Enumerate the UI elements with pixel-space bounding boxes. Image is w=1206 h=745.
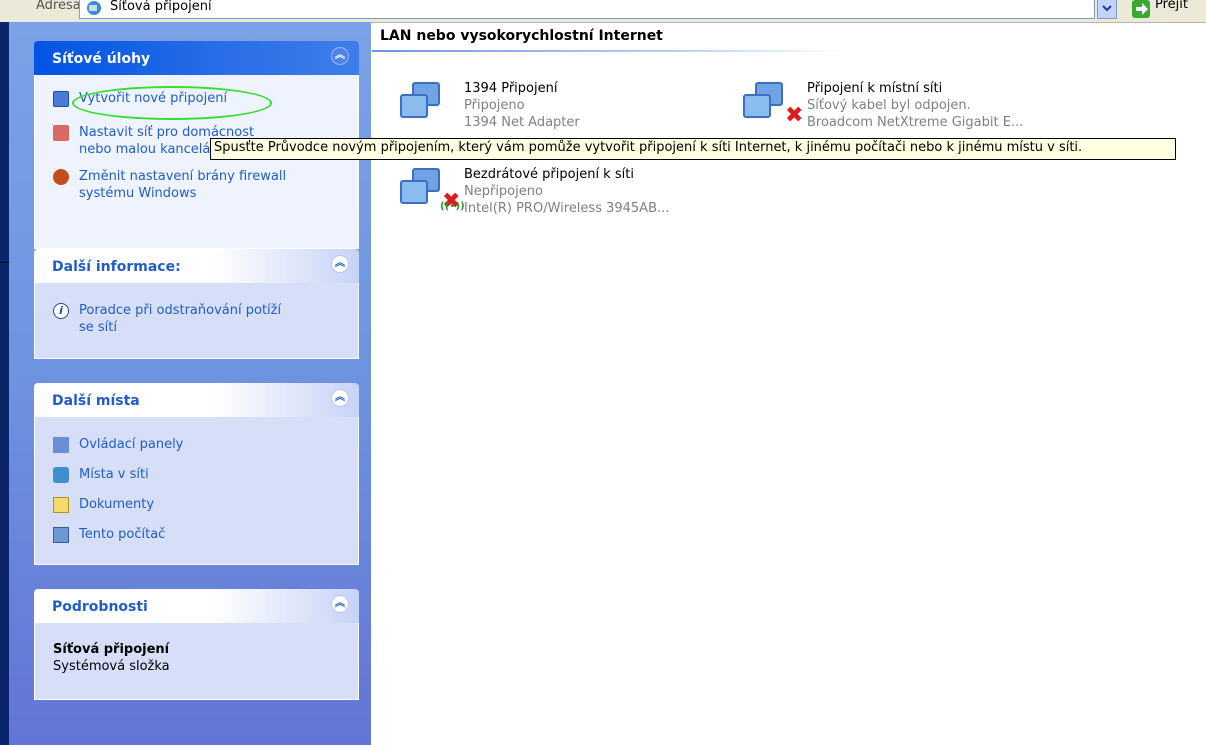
info-icon: i [53, 303, 69, 319]
connection-status: Připojeno [464, 98, 525, 113]
disconnected-x-icon: ✖ [785, 103, 804, 128]
connection-status: Síťový kabel byl odpojen. [807, 98, 971, 113]
more-info-header[interactable]: Další informace: ︽ [34, 249, 359, 283]
go-arrow-icon [1132, 0, 1150, 18]
place-label: Místa v síti [79, 467, 149, 482]
go-label: Přejít [1155, 0, 1188, 12]
panel-title: Podrobnosti [52, 599, 148, 615]
collapse-icon[interactable]: ︽ [331, 47, 349, 65]
connection-name: Bezdrátové připojení k síti [464, 167, 634, 182]
task-label-line1: Změnit nastavení brány firewall [79, 169, 287, 184]
network-connections-icon [87, 1, 101, 15]
wireless-signal-icon: ((•)) [440, 201, 465, 212]
task-label-line2: systému Windows [79, 186, 197, 201]
highlight-circle [72, 86, 272, 120]
connection-adapter: 1394 Net Adapter [464, 115, 580, 130]
details-name: Síťová připojení [53, 642, 170, 657]
address-input[interactable]: Síťová připojení [79, 0, 1095, 19]
collapse-icon[interactable]: ︽ [331, 595, 349, 613]
group-title: LAN nebo vysokorychlostní Internet [380, 28, 663, 44]
other-places-panel: Další místa ︽ Ovládací panely Místa v sí… [34, 383, 359, 565]
panel-title: Síťové úlohy [52, 51, 151, 67]
connection-name: Připojení k místní síti [807, 81, 943, 96]
place-label: Dokumenty [79, 497, 155, 512]
panel-title: Další místa [52, 393, 140, 409]
address-value: Síťová připojení [110, 0, 212, 14]
more-info-body: i Poradce při odstraňování potíží se sít… [34, 283, 359, 359]
details-type: Systémová složka [53, 659, 170, 674]
control-panel-icon [53, 437, 69, 453]
place-label: Ovládací panely [79, 437, 184, 452]
details-panel: Podrobnosti ︽ Síťová připojení Systémová… [34, 589, 359, 700]
group-divider [372, 50, 842, 52]
connection-adapter: Broadcom NetXtreme Gigabit E... [807, 115, 1024, 130]
home-network-icon [53, 125, 69, 141]
details-header[interactable]: Podrobnosti ︽ [34, 589, 359, 623]
place-label: Tento počítač [79, 527, 166, 542]
window-left-edge [0, 22, 9, 745]
more-info-panel: Další informace: ︽ i Poradce při odstraň… [34, 249, 359, 359]
go-button[interactable]: Přejít [1130, 0, 1206, 20]
address-dropdown-button[interactable] [1097, 0, 1117, 19]
my-computer-icon [53, 527, 69, 543]
edge-tick [0, 262, 9, 263]
other-places-body: Ovládací panely Místa v síti Dokumenty T… [34, 417, 359, 565]
connection-adapter: Intel(R) PRO/Wireless 3945AB... [464, 201, 670, 216]
connection-name: 1394 Připojení [464, 81, 558, 96]
collapse-icon[interactable]: ︽ [331, 255, 349, 273]
address-label: Adresa [36, 0, 81, 13]
panel-title: Další informace: [52, 259, 181, 275]
network-connection-icon [398, 82, 444, 130]
address-bar: Adresa Síťová připojení Přejít [0, 0, 1206, 23]
task-label-line2: se sítí [79, 320, 117, 335]
other-places-header[interactable]: Další místa ︽ [34, 383, 359, 417]
new-connection-icon [53, 91, 69, 107]
firewall-icon [53, 169, 69, 185]
network-tasks-header[interactable]: Síťové úlohy ︽ [34, 41, 359, 75]
collapse-icon[interactable]: ︽ [331, 389, 349, 407]
documents-icon [53, 497, 69, 513]
connection-status: Nepřipojeno [464, 184, 543, 199]
network-connection-icon [398, 168, 444, 216]
details-body: Síťová připojení Systémová složka [34, 623, 359, 700]
network-connection-icon [741, 82, 787, 130]
tooltip: Spusťte Průvodce novým připojením, který… [210, 138, 1176, 160]
task-label-line2: nebo malou kancelář [79, 142, 216, 157]
task-label-line1: Poradce při odstraňování potíží [79, 303, 282, 318]
chevron-down-icon [1102, 5, 1112, 12]
network-places-icon [53, 467, 69, 483]
task-pane: Síťové úlohy ︽ Vytvořit nové připojení N… [9, 22, 371, 745]
